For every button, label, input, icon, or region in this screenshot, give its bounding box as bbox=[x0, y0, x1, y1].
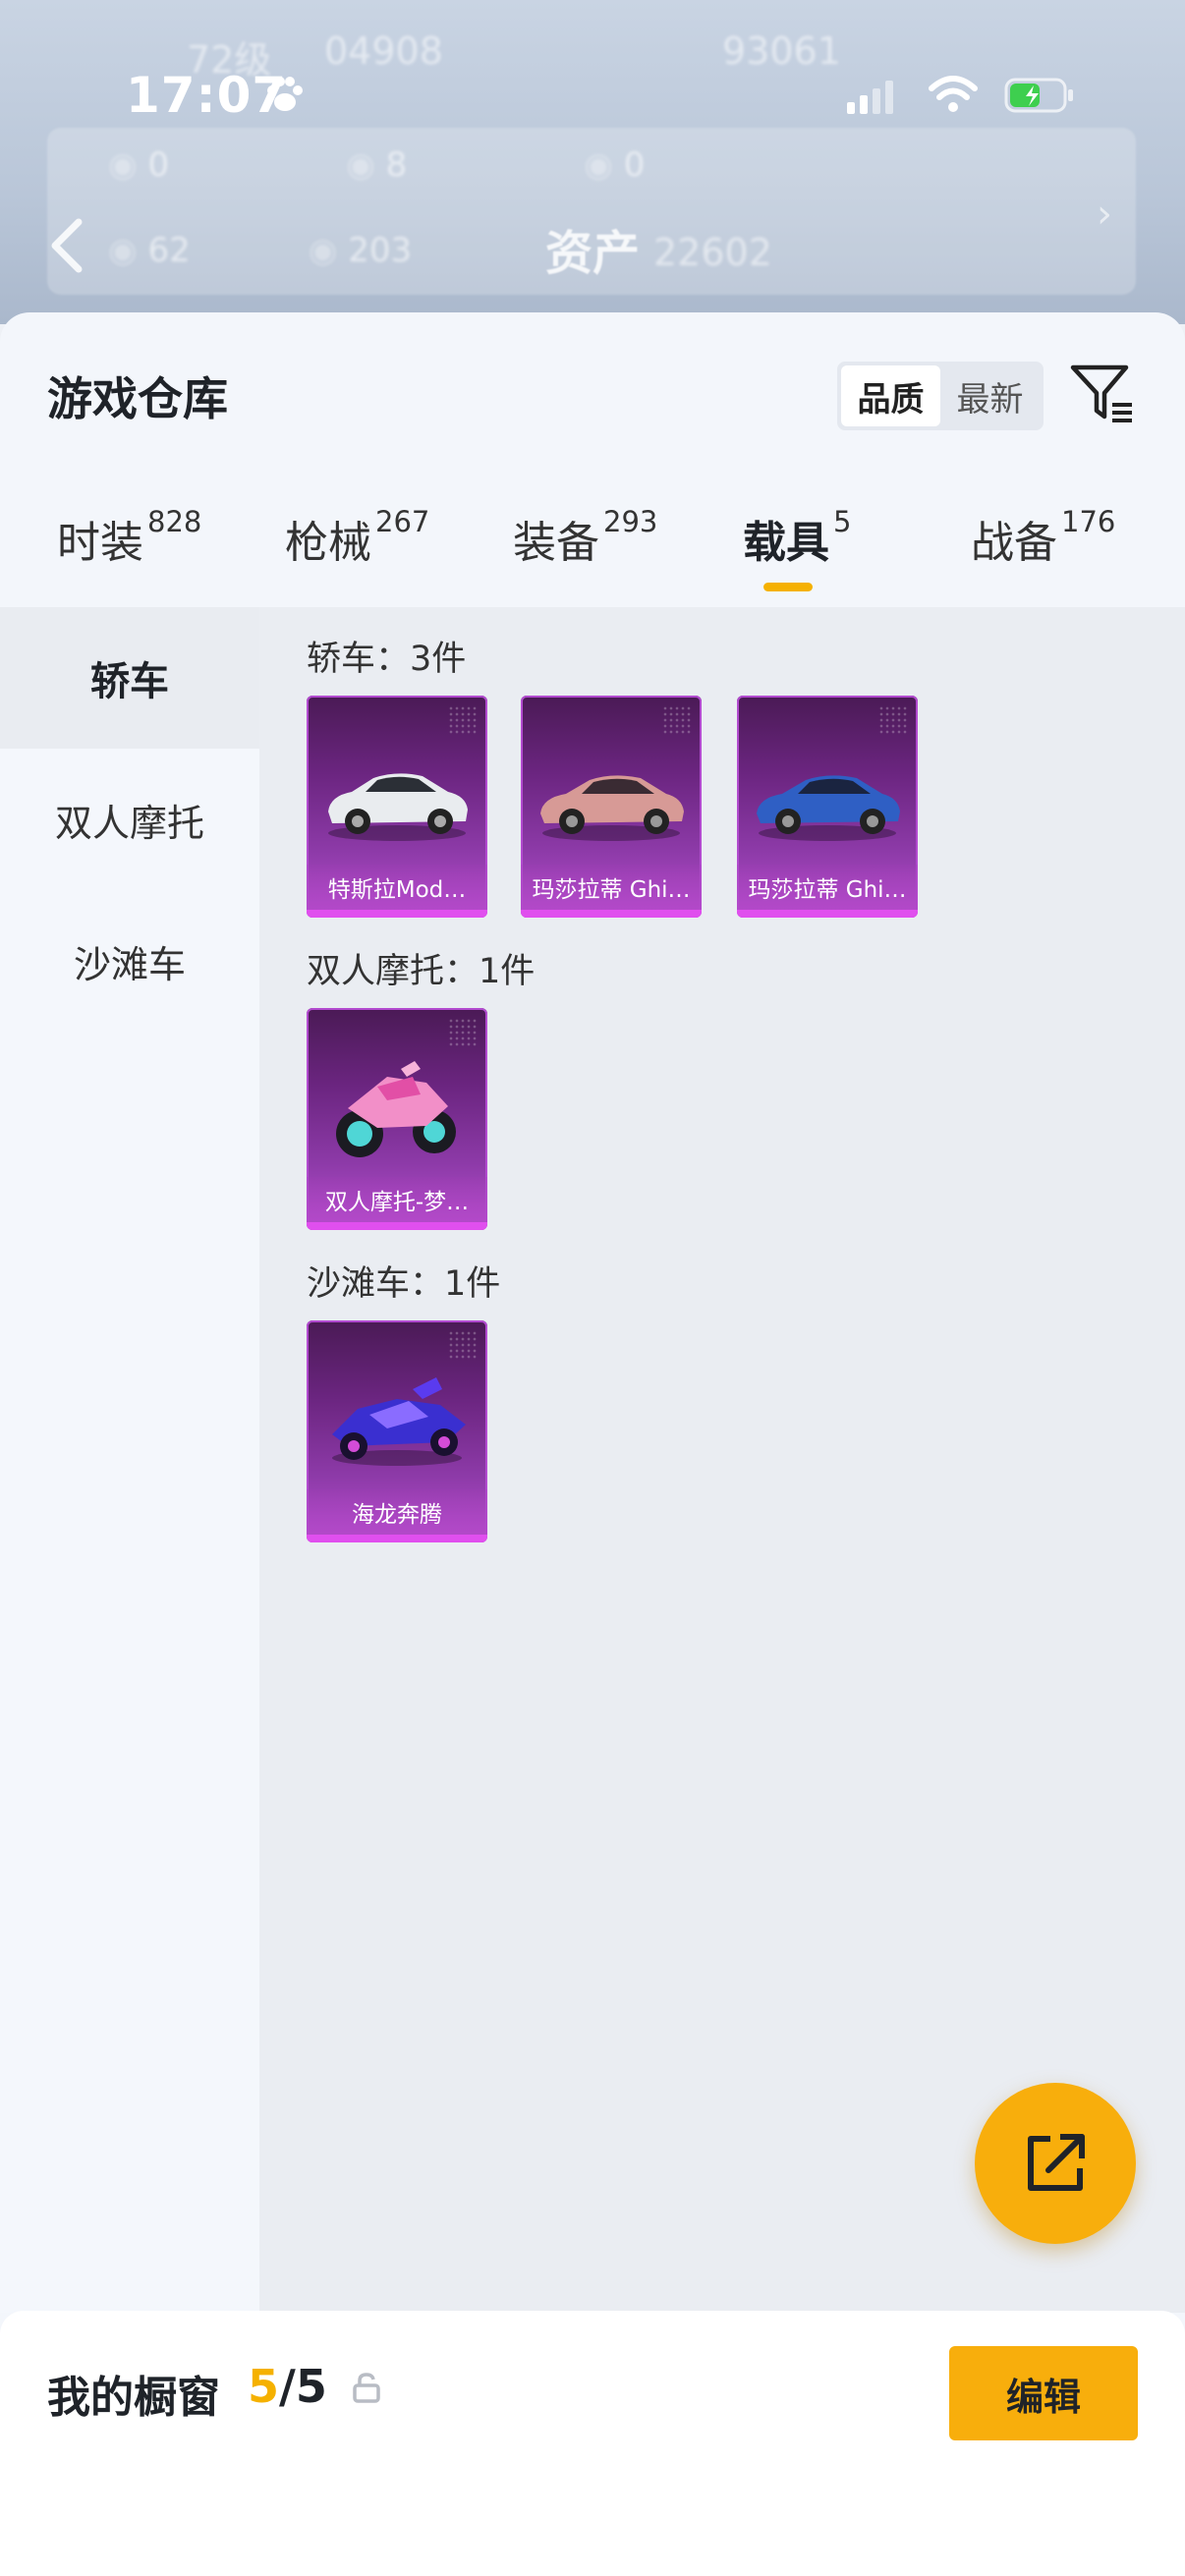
showcase-label: 我的橱窗 bbox=[47, 2373, 220, 2423]
status-bar: 17:07 bbox=[0, 59, 1185, 128]
sidebar-item-tandem-motorcycle[interactable]: 双人摩托 bbox=[0, 749, 259, 890]
tab-label: 时装 bbox=[57, 518, 143, 568]
item-name: 玛莎拉蒂 Ghi… bbox=[521, 865, 702, 910]
tab-count: 176 bbox=[1061, 505, 1116, 538]
paw-icon bbox=[267, 77, 303, 111]
item-name: 双人摩托-梦… bbox=[307, 1177, 487, 1222]
bg-stat: 203 bbox=[309, 231, 412, 270]
showcase-count: 5/5 bbox=[248, 2360, 327, 2413]
pink-motorcycle-icon bbox=[336, 1061, 456, 1157]
bg-stat: 0 bbox=[108, 145, 169, 185]
tab-count: 828 bbox=[147, 505, 202, 538]
blue-sedan-icon bbox=[757, 775, 900, 841]
bg-stat: 0 bbox=[584, 145, 646, 185]
item-card[interactable]: 双人摩托-梦… bbox=[307, 1008, 487, 1230]
sub-category-nav: 轿车 双人摩托 沙滩车 bbox=[0, 607, 259, 2313]
showcase-count-total: /5 bbox=[279, 2360, 327, 2413]
sort-toggle: 品质 最新 bbox=[837, 362, 1044, 430]
tab-firearms[interactable]: 枪械 267 bbox=[285, 505, 430, 570]
card-pattern bbox=[448, 705, 478, 735]
group-label-sedan: 轿车：3件 bbox=[307, 640, 467, 679]
active-tab-indicator bbox=[763, 583, 813, 591]
showcase-bar: 我的橱窗 5/5 编辑 bbox=[0, 2311, 1185, 2576]
bg-stats-row-1: 0 8 0 bbox=[108, 145, 645, 185]
signal-icon bbox=[847, 81, 893, 114]
item-card[interactable]: 特斯拉Mod… bbox=[307, 696, 487, 918]
item-name: 玛莎拉蒂 Ghi… bbox=[737, 865, 918, 910]
wifi-icon bbox=[929, 76, 978, 112]
tab-equipment[interactable]: 装备 293 bbox=[513, 505, 658, 570]
bg-stat: 22602 bbox=[653, 231, 772, 274]
tab-count: 293 bbox=[603, 505, 658, 538]
lock-icon[interactable] bbox=[352, 2372, 381, 2403]
tab-vehicles[interactable]: 载具 5 bbox=[743, 505, 852, 570]
item-card[interactable]: 海龙奔腾 bbox=[307, 1320, 487, 1542]
sheet-title: 游戏仓库 bbox=[47, 372, 228, 425]
tab-label: 枪械 bbox=[285, 518, 371, 568]
item-name: 特斯拉Mod… bbox=[307, 865, 487, 910]
background-header: 72级 04908 93061 0 8 0 62 203 22602 资产 › … bbox=[0, 0, 1185, 324]
item-card[interactable]: 玛莎拉蒂 Ghi… bbox=[737, 696, 918, 918]
warehouse-sheet: 游戏仓库 品质 最新 时装 828 枪械 267 装备 293 载具 5 战备 176 轿… bbox=[0, 312, 1185, 2576]
card-pattern bbox=[878, 705, 908, 735]
card-pattern bbox=[662, 705, 692, 735]
card-pattern bbox=[448, 1018, 478, 1047]
chevron-right-icon: › bbox=[1097, 192, 1112, 237]
group-label-beach-buggy: 沙滩车：1件 bbox=[307, 1264, 501, 1304]
bg-asset-title: 资产 bbox=[545, 226, 641, 281]
bg-stats-row-2: 62 203 bbox=[108, 231, 412, 270]
card-pattern bbox=[448, 1330, 478, 1360]
bg-stat: 62 bbox=[108, 231, 190, 270]
content-area: 轿车 双人摩托 沙滩车 轿车：3件 特斯拉Mod… 玛莎拉蒂 Ghi… 玛莎拉蒂… bbox=[0, 607, 1185, 2313]
showcase-count-current: 5 bbox=[248, 2360, 280, 2413]
battery-icon bbox=[1004, 78, 1073, 113]
sort-option-quality[interactable]: 品质 bbox=[841, 365, 940, 426]
tab-label: 装备 bbox=[513, 518, 599, 568]
filter-icon[interactable] bbox=[1069, 362, 1134, 426]
tab-fashion[interactable]: 时装 828 bbox=[57, 505, 202, 570]
tab-combat-gear[interactable]: 战备 176 bbox=[971, 505, 1116, 570]
share-icon bbox=[1028, 2134, 1085, 2191]
item-name: 海龙奔腾 bbox=[307, 1489, 487, 1535]
edit-button[interactable]: 编辑 bbox=[949, 2346, 1138, 2440]
purple-buggy-icon bbox=[332, 1377, 466, 1466]
tab-count: 267 bbox=[375, 505, 430, 538]
group-label-tandem-motorcycle: 双人摩托：1件 bbox=[307, 952, 536, 991]
bg-stat: 8 bbox=[346, 145, 408, 185]
share-button[interactable] bbox=[975, 2083, 1136, 2244]
tab-label: 战备 bbox=[971, 518, 1057, 568]
pink-sedan-icon bbox=[540, 775, 684, 841]
category-tabs: 时装 828 枪械 267 装备 293 载具 5 战备 176 bbox=[0, 499, 1185, 607]
sidebar-item-sedan[interactable]: 轿车 bbox=[0, 607, 259, 749]
back-arrow-icon[interactable] bbox=[49, 218, 85, 273]
tab-label: 载具 bbox=[743, 518, 829, 568]
white-sedan-icon bbox=[328, 773, 468, 841]
sidebar-item-beach-buggy[interactable]: 沙滩车 bbox=[0, 890, 259, 1032]
sort-option-newest[interactable]: 最新 bbox=[940, 365, 1040, 426]
item-card[interactable]: 玛莎拉蒂 Ghi… bbox=[521, 696, 702, 918]
tab-count: 5 bbox=[833, 505, 852, 538]
